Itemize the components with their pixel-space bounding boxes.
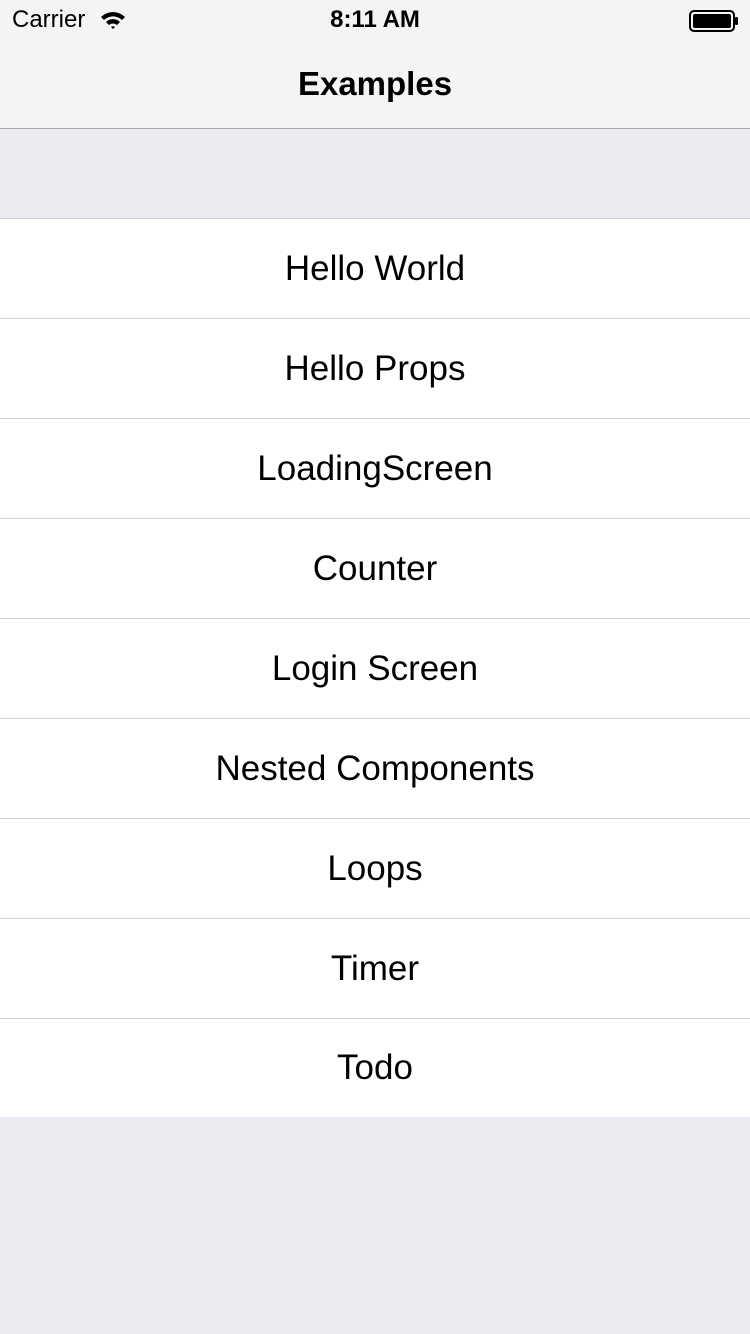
list-item-label: Counter [312,548,438,588]
list-item-label: Nested Components [215,748,535,788]
list-item[interactable]: Login Screen [0,619,750,719]
page-title: Examples [297,65,453,102]
list-item-label: Hello Props [284,348,466,388]
list-item-label: Timer [330,948,420,988]
list-item[interactable]: Counter [0,519,750,619]
list-item-label: Loops [327,848,423,888]
list-item-label: LoadingScreen [257,448,493,488]
list-item-label: Todo [337,1048,413,1087]
examples-list: Hello World Hello Props LoadingScreen Count… [0,218,750,1117]
list-item[interactable]: LoadingScreen [0,419,750,519]
navigation-bar: Examples [0,40,750,129]
list-item[interactable]: Loops [0,819,750,919]
list-item-label: Login Screen [271,648,479,688]
list-item[interactable]: Timer [0,919,750,1019]
list-item[interactable]: Hello World [0,219,750,319]
status-bar: Carrier 8:11 AM [0,0,750,40]
list-item[interactable]: Todo [0,1019,750,1117]
clock-time: 8:11 AM [330,6,420,33]
battery-icon [689,9,739,33]
list-item[interactable]: Nested Components [0,719,750,819]
list-item-label: Hello World [284,248,466,288]
list-item[interactable]: Hello Props [0,319,750,419]
